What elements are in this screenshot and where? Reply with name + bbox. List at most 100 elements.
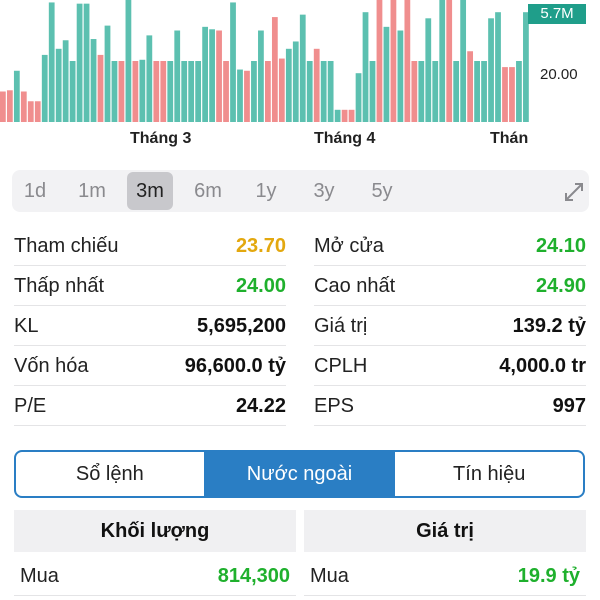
volume-bar bbox=[146, 35, 153, 122]
stat-trade-value: Giá trị 139.2 tỷ bbox=[314, 306, 586, 346]
stat-label: CPLH bbox=[314, 355, 368, 377]
volume-bar bbox=[355, 73, 362, 122]
volume-bar bbox=[299, 14, 306, 122]
volume-bar bbox=[334, 109, 341, 122]
stat-label: Vốn hóa bbox=[14, 355, 89, 377]
volume-bar bbox=[244, 70, 250, 122]
stat-value: 4,000.0 tr bbox=[499, 355, 586, 377]
stat-market-cap: Vốn hóa 96,600.0 tỷ bbox=[14, 346, 286, 386]
stat-reference-price: Tham chiếu 23.70 bbox=[14, 226, 286, 266]
stat-label: Mở cửa bbox=[314, 235, 384, 257]
volume-bar bbox=[418, 61, 425, 122]
volume-bar bbox=[481, 61, 487, 122]
volume-bar bbox=[83, 3, 90, 122]
volume-bar bbox=[313, 48, 320, 122]
volume-bar bbox=[34, 101, 41, 122]
volume-bar bbox=[181, 61, 188, 122]
volume-bar bbox=[153, 61, 160, 122]
tab-order-book[interactable]: Sổ lệnh bbox=[16, 452, 204, 496]
volume-bar bbox=[209, 29, 215, 122]
volume-bar bbox=[55, 48, 62, 122]
volume-bar bbox=[439, 0, 446, 122]
stat-label: Cao nhất bbox=[314, 275, 396, 297]
volume-bar bbox=[174, 30, 181, 122]
y-axis-tick-label: 20.00 bbox=[540, 66, 578, 83]
volume-chart-area: 5.7M 20.00 Tháng 3 Tháng 4 Thán bbox=[0, 0, 600, 160]
tab-signals[interactable]: Tín hiệu bbox=[393, 452, 583, 496]
volume-bar bbox=[104, 25, 111, 122]
expand-icon[interactable] bbox=[562, 180, 586, 204]
stat-value: 5,695,200 bbox=[197, 315, 286, 337]
volume-bar bbox=[404, 0, 411, 122]
volume-bar bbox=[453, 61, 460, 122]
volume-bar bbox=[139, 59, 146, 122]
volume-bar bbox=[271, 17, 278, 122]
volume-bar bbox=[258, 30, 264, 122]
column-header-value: Giá trị bbox=[304, 510, 586, 552]
buy-label: Mua bbox=[20, 565, 59, 587]
volume-bar bbox=[265, 61, 271, 122]
volume-bar bbox=[320, 61, 327, 122]
volume-bar bbox=[223, 61, 229, 122]
range-1m-button[interactable]: 1m bbox=[69, 172, 115, 210]
volume-bar bbox=[348, 109, 355, 122]
buy-volume-value: 814,300 bbox=[217, 565, 290, 587]
volume-bar bbox=[278, 58, 285, 122]
volume-bar bbox=[160, 61, 167, 122]
volume-bar bbox=[20, 91, 27, 122]
volume-bar bbox=[509, 67, 515, 122]
volume-bar bbox=[125, 0, 132, 122]
x-axis-label-march: Tháng 3 bbox=[130, 130, 192, 147]
stat-label: KL bbox=[14, 315, 39, 337]
volume-bar bbox=[390, 0, 397, 122]
volume-bar bbox=[237, 69, 243, 122]
buy-label: Mua bbox=[310, 565, 349, 587]
stat-value: 23.70 bbox=[235, 235, 286, 257]
volume-bar bbox=[132, 61, 139, 122]
volume-bar bbox=[90, 39, 97, 122]
stat-shares-outstanding: CPLH 4,000.0 tr bbox=[314, 346, 586, 386]
volume-bar bbox=[460, 0, 467, 122]
volume-bar bbox=[306, 61, 313, 122]
range-3m-button[interactable]: 3m bbox=[127, 172, 173, 210]
volume-bar bbox=[202, 26, 209, 122]
range-3y-button[interactable]: 3y bbox=[301, 172, 347, 210]
volume-bar bbox=[488, 18, 494, 122]
volume-bar bbox=[411, 61, 418, 122]
range-1y-button[interactable]: 1y bbox=[243, 172, 289, 210]
volume-bar bbox=[62, 40, 69, 122]
volume-bar bbox=[285, 48, 292, 122]
tab-foreign[interactable]: Nước ngoài bbox=[203, 452, 394, 496]
volume-bar bbox=[0, 91, 6, 122]
stat-label: EPS bbox=[314, 395, 355, 417]
volume-bar bbox=[167, 61, 174, 122]
range-5y-button[interactable]: 5y bbox=[359, 172, 405, 210]
range-1d-button[interactable]: 1d bbox=[12, 172, 58, 210]
stat-value: 997 bbox=[552, 395, 586, 417]
stat-low-price: Thấp nhất 24.00 bbox=[14, 266, 286, 306]
segment-tabs: Sổ lệnh Nước ngoài Tín hiệu bbox=[14, 450, 585, 498]
volume-bar bbox=[474, 61, 480, 122]
volume-bar bbox=[495, 12, 501, 122]
volume-bar bbox=[48, 2, 55, 122]
volume-bar bbox=[97, 54, 104, 122]
volume-bar bbox=[69, 61, 76, 122]
stat-pe: P/E 24.22 bbox=[14, 386, 286, 426]
volume-bar bbox=[523, 12, 529, 122]
divider bbox=[314, 425, 586, 426]
stat-value: 24.22 bbox=[235, 395, 286, 417]
column-header-volume: Khối lượng bbox=[14, 510, 296, 552]
stat-label: Tham chiếu bbox=[14, 235, 119, 257]
volume-bar bbox=[251, 61, 257, 122]
volume-bar bbox=[27, 101, 34, 122]
volume-chart bbox=[0, 0, 529, 122]
stat-value: 24.90 bbox=[535, 275, 586, 297]
table-row-buy-volume: Mua 814,300 bbox=[14, 556, 296, 596]
divider bbox=[14, 595, 296, 596]
divider bbox=[304, 595, 586, 596]
range-6m-button[interactable]: 6m bbox=[185, 172, 231, 210]
volume-bar bbox=[216, 30, 222, 122]
volume-bar bbox=[446, 0, 453, 122]
stat-high-price: Cao nhất 24.90 bbox=[314, 266, 586, 306]
stat-label: Giá trị bbox=[314, 315, 368, 337]
